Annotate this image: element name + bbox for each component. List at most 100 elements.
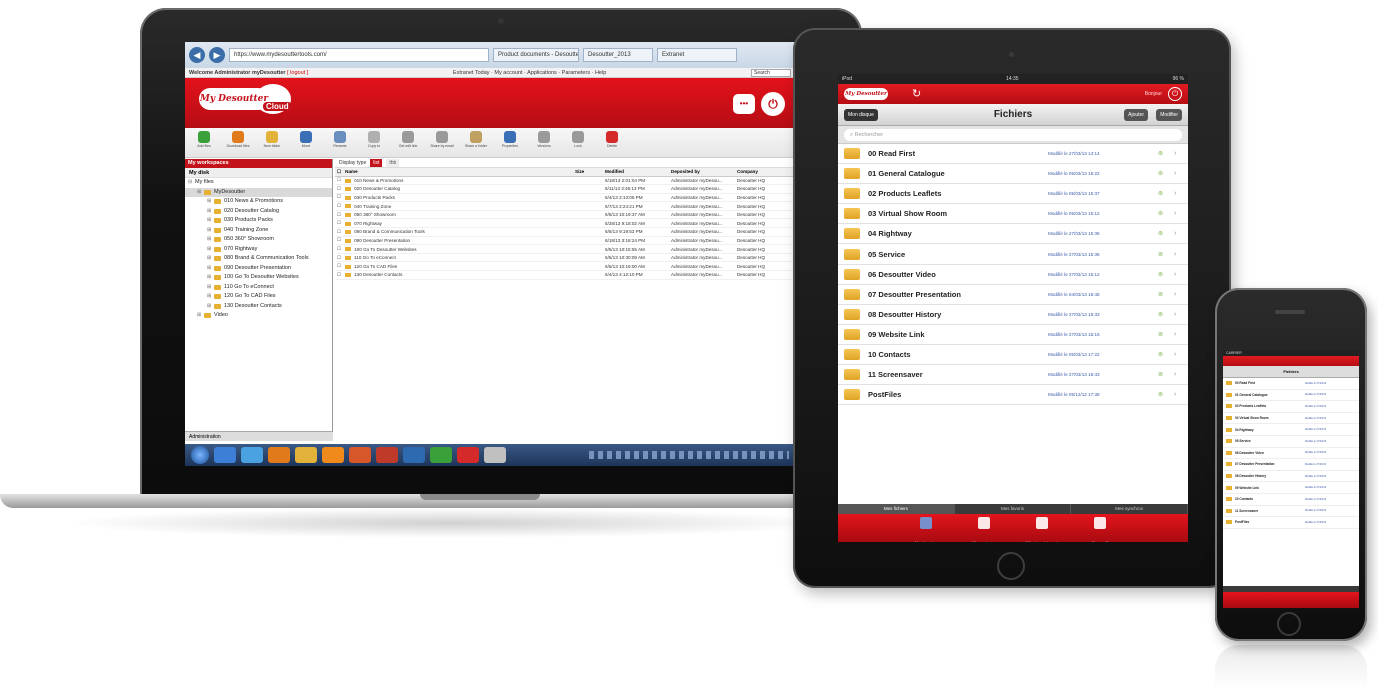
taskbar-app-icon[interactable] [214,447,236,463]
segment-1[interactable]: Mes favoris [955,504,1072,514]
expand-icon[interactable]: ⊞ [207,207,212,217]
back-button[interactable]: Mon disque [844,109,878,121]
list-item[interactable]: 01 General Catalogue Modifié le 05/03/13 … [838,164,1188,185]
browser-tab-1[interactable]: Product documents - Desoutter [493,48,579,62]
expand-icon[interactable]: ⊞ [207,235,212,245]
expand-icon[interactable]: ⊞ [207,264,212,274]
header-power-button[interactable]: ⏻ [761,92,785,116]
tree-item[interactable]: ⊞ 070 Rightway [185,245,332,255]
toolbar-versions-button[interactable]: Versions [529,130,559,155]
tree-item[interactable]: ⊞ 100 Go To Desoutter Websites [185,273,332,283]
table-row[interactable]: ☐ 030 Products Packs 6/4/13 2:13:05 PM Admi… [335,193,795,203]
browser-tab-3[interactable]: Extranet [657,48,737,62]
toolbar-new-folder-button[interactable]: New folder [257,130,287,155]
list-item[interactable]: 02 Products Leaflets Modifié le 27/03/13 [1223,401,1359,413]
tree-item[interactable]: ⊞ 050 360° Showroom [185,235,332,245]
row-checkbox[interactable]: ☐ [335,184,344,194]
list-item[interactable]: 03 Virtual Show Room Modifié le 05/03/13 … [838,204,1188,225]
tree-item[interactable]: ⊞ 120 Go To CAD Files [185,292,332,302]
list-item[interactable]: 05 Service Modifié le 27/03/13 [1223,436,1359,448]
add-button[interactable]: Ajouter [1124,109,1148,121]
row-checkbox[interactable]: ☐ [335,244,344,254]
taskbar-app-icon[interactable] [376,447,398,463]
toolbar-delete-button[interactable]: Delete [597,130,627,155]
display-list-option[interactable]: list [370,159,383,167]
header-menu-button[interactable]: ••• [733,94,755,114]
list-item[interactable]: 07 Desoutter Presentation Modifié le 04/0… [838,285,1188,305]
list-item[interactable]: 06 Desoutter Video Modifié le 27/03/13 [1223,448,1359,460]
table-row[interactable]: ☐ 020 Desoutter Catalog 6/11/13 3:46:13 PM… [335,184,795,194]
table-row[interactable]: ☐ 090 Desoutter Presentation 6/18/13 3:18:… [335,236,795,246]
tablet-home-button[interactable] [997,552,1025,580]
table-row[interactable]: ☐ 120 Go To CAD Files 6/5/13 10:16:00 AM Ad… [335,261,795,272]
tab-3[interactable]: Mon profil [1080,514,1120,542]
tab-0[interactable]: Mes dossiers [906,514,946,542]
taskbar-app-icon[interactable] [241,447,263,463]
toolbar-info-button[interactable]: Properties [495,130,525,155]
forward-icon[interactable]: ▶ [209,47,225,63]
list-item[interactable]: 05 Service Modifié le 27/03/13 15:36 ⊚ › [838,244,1188,265]
expand-icon[interactable]: ⊞ [197,311,202,321]
back-icon[interactable]: ◀ [189,47,205,63]
expand-icon[interactable]: ⊞ [207,283,212,293]
toolbar-lock-button[interactable]: Lock [563,130,593,155]
expand-icon[interactable]: ⊞ [207,292,212,302]
top-search-input[interactable]: Search [750,69,791,77]
expand-icon[interactable]: ⊞ [207,254,212,264]
taskbar-app-icon[interactable] [403,447,425,463]
list-item[interactable]: 11 Screensaver Modifié le 27/03/13 16:43 ⊚… [838,365,1188,386]
segment-2[interactable]: Mes synchros [1071,504,1188,514]
tree-item[interactable]: ⊞ 030 Products Packs [185,216,332,226]
address-bar[interactable]: https://www.mydesouttertools.com/ [229,48,489,62]
display-thumb-option[interactable]: thb [386,159,400,167]
taskbar-app-icon[interactable] [430,447,452,463]
tab-2[interactable]: Utilisateurs/abonnés [1022,514,1062,542]
table-row[interactable]: ☐ 070 Rightway 5/28/13 9:18:02 AM Administr… [335,218,795,229]
table-row[interactable]: ☐ 100 Go To Desoutter Websites 6/5/13 10:1… [335,244,795,254]
administration-panel[interactable]: Administration [185,431,333,441]
row-checkbox[interactable]: ☐ [335,261,344,272]
list-item[interactable]: 10 Contacts Modifié le 05/03/13 17:22 ⊚ › [838,345,1188,366]
list-item[interactable]: 02 Products Leaflets Modifié le 05/03/13 … [838,184,1188,205]
table-row[interactable]: ☐ 110 Go To eConnect 6/5/13 10:30:09 AM Adm… [335,253,795,263]
taskbar-app-icon[interactable] [268,447,290,463]
phone-tab-bar[interactable] [1223,592,1359,608]
tree-item[interactable]: ⊞ 090 Desoutter Presentation [185,264,332,274]
row-checkbox[interactable]: ☐ [335,218,344,229]
tree-item[interactable]: ⊞ 110 Go To eConnect [185,283,332,293]
tree-item[interactable]: ⊞ 080 Brand & Communication Tools [185,254,332,264]
list-item[interactable]: 04 Rightway Modifié le 27/03/13 [1223,424,1359,436]
list-item[interactable]: 09 Website Link Modifié le 27/03/13 [1223,482,1359,494]
column-deposited[interactable]: Deposited by [669,168,735,177]
phone-home-button[interactable] [1277,612,1301,636]
expand-icon[interactable]: ⊞ [207,273,212,283]
list-item[interactable]: PostFiles Modifié le 05/12/12 17:38 ⊚ › [838,385,1188,406]
expand-icon[interactable]: ⊟ [188,178,193,188]
toolbar-edit-link-button[interactable]: Get edit link [393,130,423,155]
expand-icon[interactable]: ⊞ [197,188,202,198]
row-checkbox[interactable]: ☐ [335,253,344,263]
tree-item[interactable]: ⊞ Video [185,311,332,321]
column-company[interactable]: Company [734,168,795,177]
my-disk-header[interactable]: My disk [185,168,332,178]
list-item[interactable]: 08 Desoutter History Modifié le 27/03/13 … [838,305,1188,325]
tree-item-root[interactable]: ⊞ MyDesoutter [185,187,332,198]
tree-item[interactable]: ⊞ 130 Desoutter Contacts [185,302,332,312]
list-item[interactable]: 00 Read First Modifié le 27/03/13 [1223,378,1359,390]
list-item[interactable]: 00 Read First Modifié le 27/03/13 14:14 ⊚ › [838,144,1188,165]
list-item[interactable]: PostFiles Modifié le 27/03/13 [1223,517,1359,529]
table-row[interactable]: ☐ 040 Training Zone 6/7/13 2:24:21 PM Admin… [335,201,795,211]
start-button-icon[interactable] [191,446,209,464]
expand-icon[interactable]: ⊞ [207,245,212,255]
column-size[interactable]: Size [573,168,604,177]
select-all-column[interactable]: ☐ [335,168,344,177]
power-icon[interactable]: ⏻ [1168,87,1182,101]
expand-icon[interactable]: ⊞ [207,302,212,312]
table-row[interactable]: ☐ 130 Desoutter Contacts 6/4/13 4:12:10 PM… [335,270,795,280]
column-name[interactable]: Name [343,168,574,177]
column-modified[interactable]: Modified [603,168,669,177]
browser-tab-2[interactable]: Desoutter_2013 [583,48,653,62]
table-row[interactable]: ☐ 010 News & Promotions 6/18/13 2:01:04 PM… [335,176,795,186]
toolbar-rename-button[interactable]: Rename [325,130,355,155]
modify-button[interactable]: Modifier [1156,109,1182,121]
